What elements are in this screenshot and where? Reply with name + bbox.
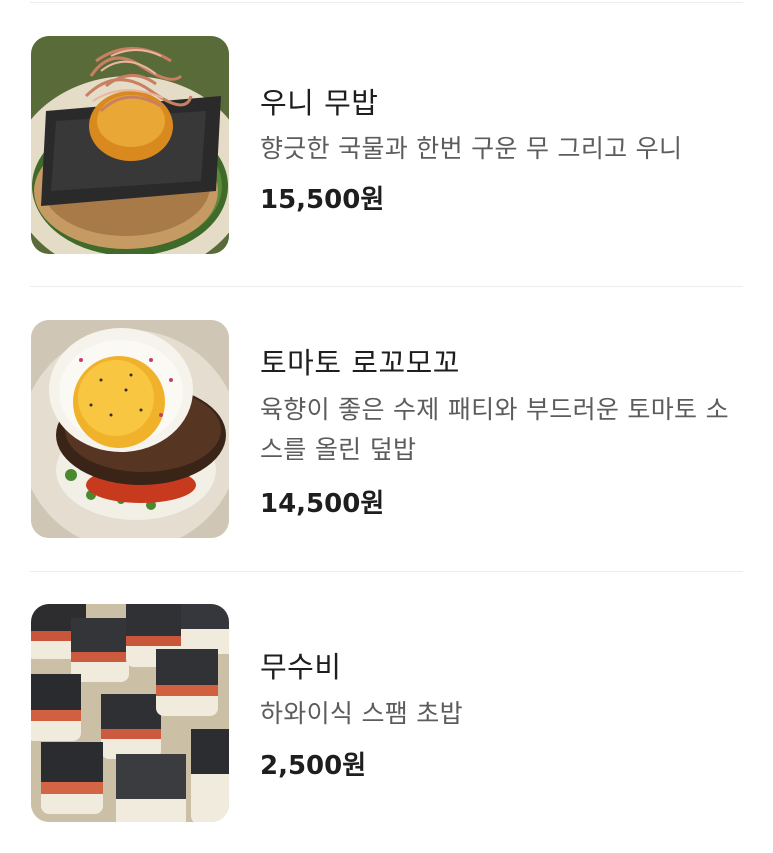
item-divider	[30, 286, 743, 287]
menu-item-tomato-loco-moco[interactable]: 토마토 로꼬모꼬 육향이 좋은 수제 패티와 부드러운 토마토 소스를 올린 덮…	[0, 320, 773, 538]
menu-item-description: 하와이식 스팸 초밥	[260, 699, 463, 728]
menu-item-price: 2,500원	[260, 751, 367, 781]
menu-item-name: 토마토 로꼬모꼬	[260, 346, 460, 380]
fried-egg-patty-rice-bowl-photo	[31, 320, 229, 538]
bowl-with-seaweed-and-bonito-photo	[31, 36, 229, 254]
menu-item-name: 무수비	[260, 650, 342, 684]
spam-musubi-tray-photo	[31, 604, 229, 822]
menu-item-price: 15,500원	[260, 185, 385, 215]
top-divider	[30, 2, 743, 3]
menu-item-description: 향긋한 국물과 한번 구운 무 그리고 우니	[260, 134, 683, 163]
item-divider	[30, 571, 743, 572]
menu-item-name: 우니 무밥	[260, 86, 379, 120]
menu-item-musubi[interactable]: 무수비 하와이식 스팸 초밥 2,500원	[0, 604, 773, 822]
menu-item-description: 육향이 좋은 수제 패티와 부드러운 토마토 소스를 올린 덮밥	[260, 395, 729, 464]
menu-item-uni-rice[interactable]: 우니 무밥 향긋한 국물과 한번 구운 무 그리고 우니 15,500원	[0, 36, 773, 254]
menu-item-price: 14,500원	[260, 489, 385, 519]
